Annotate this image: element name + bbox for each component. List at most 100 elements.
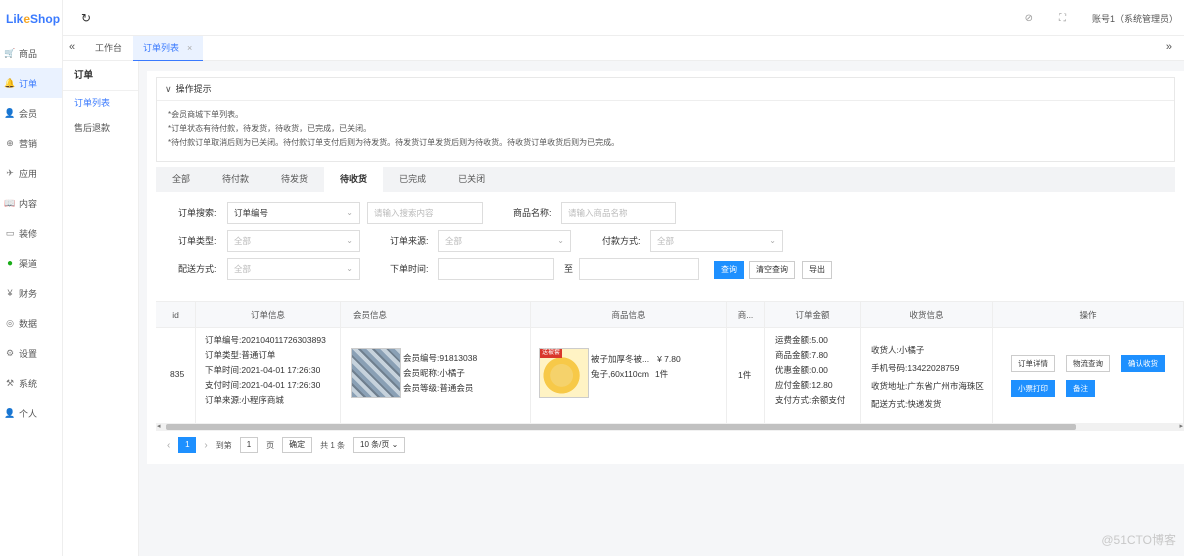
- cell-id: 835: [156, 328, 196, 425]
- receiver-phone: 手机号码:13422028759: [871, 363, 960, 373]
- goods-image: 送被套: [539, 348, 589, 398]
- page-1-button[interactable]: 1: [178, 437, 197, 453]
- col-receiver-info: 收货信息: [861, 302, 993, 328]
- sidebar-item-label: 渠道: [19, 258, 38, 269]
- sidebar-item-personal[interactable]: 👤 个人: [0, 398, 62, 428]
- goto-label: 到第: [215, 440, 232, 450]
- main-sidebar: LikeShop 🛒 商品 🔔 订单 👤 会员 ⊕ 营销 ✈ 应用 📖 内容 ▭ 装修 ● 渠道…: [0, 0, 63, 556]
- tab-closed[interactable]: 已关闭: [442, 167, 501, 192]
- order-source-label: 订单来源:: [390, 236, 429, 246]
- person-icon: 👤: [4, 407, 16, 418]
- goods-qty: 1件: [654, 369, 669, 379]
- goods-name-input[interactable]: 请输入商品名称: [561, 202, 676, 224]
- gear-icon: ⚙: [5, 347, 15, 358]
- tab-pending-payment[interactable]: 待付款: [206, 167, 265, 192]
- end-time-input[interactable]: [579, 258, 699, 280]
- sidebar-item-goods[interactable]: 🛒 商品: [0, 38, 62, 68]
- tip-line: *待付款订单取消后则为已关闭。待付款订单支付后则为待发货。待发货订单发货后则为待…: [168, 138, 620, 147]
- goods-tag: 送被套: [540, 349, 563, 358]
- tab-completed[interactable]: 已完成: [383, 167, 442, 192]
- refresh-icon[interactable]: ↻: [81, 11, 91, 25]
- sidebar-item-apps[interactable]: ✈ 应用: [0, 158, 62, 188]
- page-unit-label: 页: [266, 440, 275, 450]
- search-input[interactable]: 请输入搜索内容: [367, 202, 483, 224]
- export-button[interactable]: 导出: [802, 261, 832, 279]
- watermark: @51CTO博客: [1101, 533, 1176, 547]
- scroll-right-icon[interactable]: ▸: [1179, 422, 1183, 430]
- remark-button[interactable]: 备注: [1066, 380, 1095, 397]
- sidebar-item-order[interactable]: 🔔 订单: [0, 68, 62, 98]
- member-level: 会员等级:普通会员: [403, 383, 474, 393]
- book-icon: 📖: [4, 197, 16, 208]
- tab-pending-receipt[interactable]: 待收货: [324, 167, 384, 192]
- sidebar-item-content[interactable]: 📖 内容: [0, 188, 62, 218]
- receiver-name: 收货人:小橘子: [871, 345, 925, 355]
- goods-name-line: 被子加厚冬被... ¥ 7.80: [591, 352, 681, 367]
- logo-text-3: Shop: [30, 12, 61, 26]
- chevron-down-icon: ⌄: [346, 236, 353, 245]
- clear-query-button[interactable]: 清空查询: [749, 261, 795, 279]
- tabs-scroll-right-icon[interactable]: »: [1166, 41, 1172, 53]
- order-type: 订单类型:普通订单: [205, 350, 276, 360]
- pay-method-select[interactable]: 全部 ⌄: [650, 230, 783, 252]
- query-button[interactable]: 查询: [714, 261, 744, 279]
- user-icon: 👤: [4, 107, 16, 118]
- sidebar-item-marketing[interactable]: ⊕ 营销: [0, 128, 62, 158]
- start-time-input[interactable]: [438, 258, 554, 280]
- order-subnav: 订单 订单列表 售后退款: [63, 61, 139, 556]
- top-header: ↻ ⊘ ⛶ 账号1（系统管理员）: [63, 0, 1184, 36]
- sidebar-item-data[interactable]: ◎ 数据: [0, 308, 62, 338]
- scroll-left-icon[interactable]: ◂: [157, 422, 161, 430]
- order-search-field-select[interactable]: 订单编号 ⌄: [227, 202, 360, 224]
- subnav-item-refund[interactable]: 售后退款: [63, 116, 138, 141]
- likeshop-logo[interactable]: LikeShop: [0, 0, 62, 38]
- fullscreen-icon[interactable]: ⛶: [1059, 13, 1066, 24]
- sidebar-item-label: 商品: [19, 48, 38, 59]
- select-value: 订单编号: [234, 208, 269, 218]
- sidebar-item-channel[interactable]: ● 渠道: [0, 248, 62, 278]
- delivery-method-select[interactable]: 全部 ⌄: [227, 258, 360, 280]
- order-no: 订单编号:202104011726303893: [205, 335, 326, 345]
- table-horizontal-scrollbar[interactable]: ◂ ▸: [156, 423, 1184, 431]
- sidebar-item-member[interactable]: 👤 会员: [0, 98, 62, 128]
- tab-pending-shipment[interactable]: 待发货: [265, 167, 324, 192]
- scrollbar-thumb[interactable]: [166, 424, 1076, 430]
- send-icon: ✈: [6, 167, 14, 178]
- sidebar-item-finance[interactable]: ¥ 财务: [0, 278, 62, 308]
- tab-workbench[interactable]: 工作台: [85, 36, 132, 61]
- account-menu[interactable]: 账号1（系统管理员）: [1092, 12, 1178, 25]
- logistics-query-button[interactable]: 物流查询: [1066, 355, 1110, 372]
- prev-page-icon[interactable]: ‹: [167, 440, 170, 451]
- discount-amount: 优惠金额:0.00: [775, 365, 828, 375]
- payable-amount: 应付金额:12.80: [775, 380, 833, 390]
- order-type-label: 订单类型:: [178, 236, 217, 246]
- confirm-receipt-button[interactable]: 确认收货: [1121, 355, 1165, 372]
- operation-tips: ∨ 操作提示 *会员商城下单列表。 *订单状态有待付款，待发货，待收货，已完成，已…: [156, 77, 1175, 162]
- bell-icon: 🔔: [4, 77, 16, 88]
- chevron-down-icon: ⌄: [769, 236, 776, 245]
- tag-icon[interactable]: ⊘: [1025, 13, 1033, 24]
- table-header: id 订单信息 会员信息 商品信息 商... 订单金额 收货信息 操作: [156, 302, 1184, 328]
- sidebar-item-decoration[interactable]: ▭ 装修: [0, 218, 62, 248]
- tabs-scroll-left-icon[interactable]: «: [69, 41, 75, 53]
- order-type-select[interactable]: 全部 ⌄: [227, 230, 360, 252]
- tab-order-list[interactable]: 订单列表 ×: [133, 36, 203, 61]
- order-source: 订单来源:小程序商城: [205, 395, 284, 405]
- sidebar-item-system[interactable]: ⚒ 系统: [0, 368, 62, 398]
- cell-order-info: 订单编号:202104011726303893 订单类型:普通订单 下单时间:2…: [196, 328, 341, 425]
- page-size-select[interactable]: 10 条/页 ⌄: [353, 437, 406, 453]
- order-detail-button[interactable]: 订单详情: [1011, 355, 1055, 372]
- tips-header[interactable]: ∨ 操作提示: [157, 78, 1174, 101]
- subnav-item-order-list[interactable]: 订单列表: [63, 91, 138, 116]
- order-source-select[interactable]: 全部 ⌄: [438, 230, 571, 252]
- close-icon[interactable]: ×: [187, 43, 192, 53]
- goto-confirm-button[interactable]: 确定: [282, 437, 313, 453]
- tab-all[interactable]: 全部: [156, 167, 206, 192]
- goods-name-label: 商品名称:: [513, 208, 552, 218]
- next-page-icon[interactable]: ›: [204, 440, 207, 451]
- print-receipt-button[interactable]: 小票打印: [1011, 380, 1055, 397]
- page-number-input[interactable]: 1: [239, 437, 259, 453]
- phone-icon: ▭: [5, 227, 15, 238]
- goods-name: 被子加厚冬被...: [591, 354, 650, 364]
- sidebar-item-settings[interactable]: ⚙ 设置: [0, 338, 62, 368]
